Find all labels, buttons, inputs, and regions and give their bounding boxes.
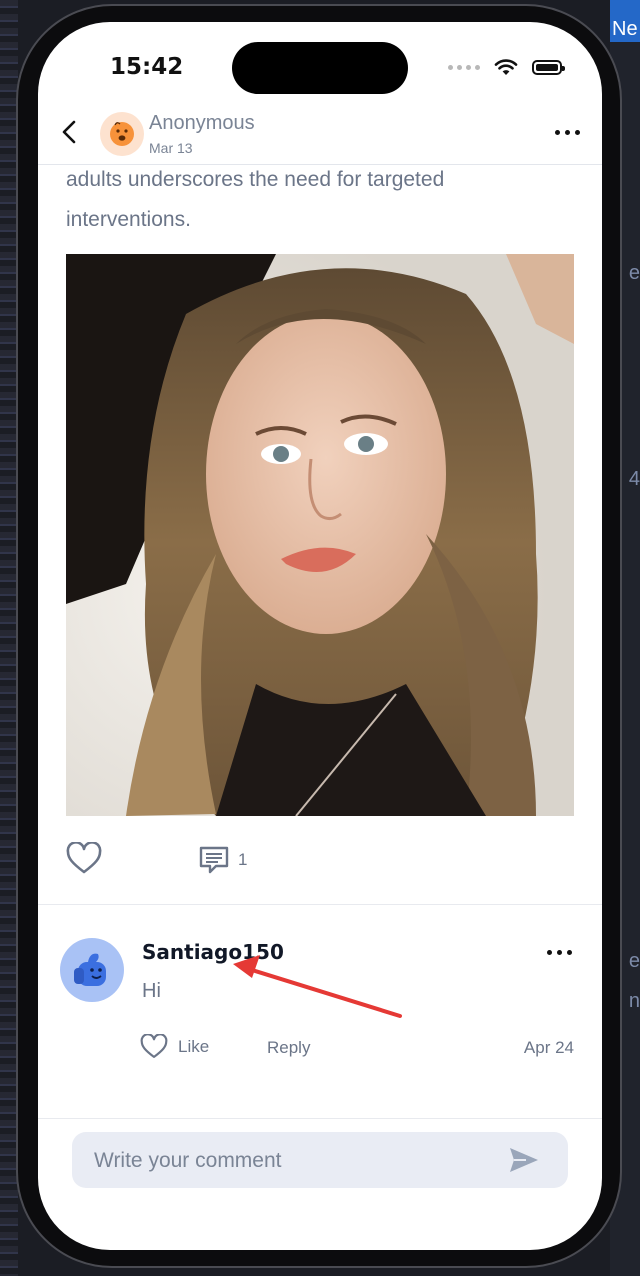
reply-button[interactable]: Reply: [267, 1038, 310, 1058]
portrait-photo: [66, 254, 574, 816]
post-text-line: adults underscores the need for targeted: [66, 168, 445, 191]
comment-date: Apr 24: [523, 1038, 574, 1057]
comment-button[interactable]: 1: [198, 844, 247, 876]
thumbs-up-avatar-icon: [74, 953, 106, 986]
divider: [38, 904, 602, 905]
post-actions: 1: [66, 842, 566, 882]
heart-icon[interactable]: [66, 842, 102, 876]
battery-icon: [532, 59, 565, 75]
divider: [38, 1118, 602, 1119]
status-time: 15:42: [110, 54, 184, 80]
comment-composer: [72, 1132, 568, 1190]
phone-screen: 15:42 Anonymous Mar 13 adults underscore…: [38, 22, 602, 1250]
more-options-icon[interactable]: [555, 130, 580, 135]
post-body: adults underscores the need for targeted…: [66, 160, 566, 240]
comment-icon: [199, 846, 229, 874]
wifi-icon: [494, 59, 518, 75]
smiley-avatar-icon: [110, 122, 134, 146]
dynamic-island: [232, 42, 408, 94]
heart-icon: [140, 1034, 168, 1059]
comment-text: Hi: [142, 980, 161, 1002]
comment-more-options-icon[interactable]: [547, 950, 572, 955]
background-tab: Ne: [610, 0, 640, 42]
post-date: Mar 13: [149, 140, 193, 156]
back-button[interactable]: [56, 118, 84, 146]
background-letter: e: [628, 950, 640, 972]
author-name[interactable]: Anonymous: [149, 112, 255, 135]
commenter-username[interactable]: Santiago150: [142, 940, 284, 964]
signal-icon: [448, 64, 480, 70]
status-icons: [448, 58, 565, 76]
comment-like-button[interactable]: Like: [140, 1034, 209, 1060]
post-image[interactable]: [66, 254, 574, 816]
post-header: Anonymous Mar 13: [38, 104, 602, 165]
post-text-line: interventions.: [66, 208, 191, 231]
background-letter: e: [628, 262, 640, 284]
background-letter: n: [628, 990, 640, 1012]
send-icon[interactable]: [508, 1146, 540, 1174]
comment-input[interactable]: [92, 1132, 496, 1190]
background-letter: 4: [628, 468, 640, 490]
commenter-avatar[interactable]: [60, 938, 124, 1002]
author-avatar[interactable]: [100, 112, 144, 156]
like-label: Like: [178, 1037, 210, 1056]
comment-count: 1: [238, 850, 248, 869]
